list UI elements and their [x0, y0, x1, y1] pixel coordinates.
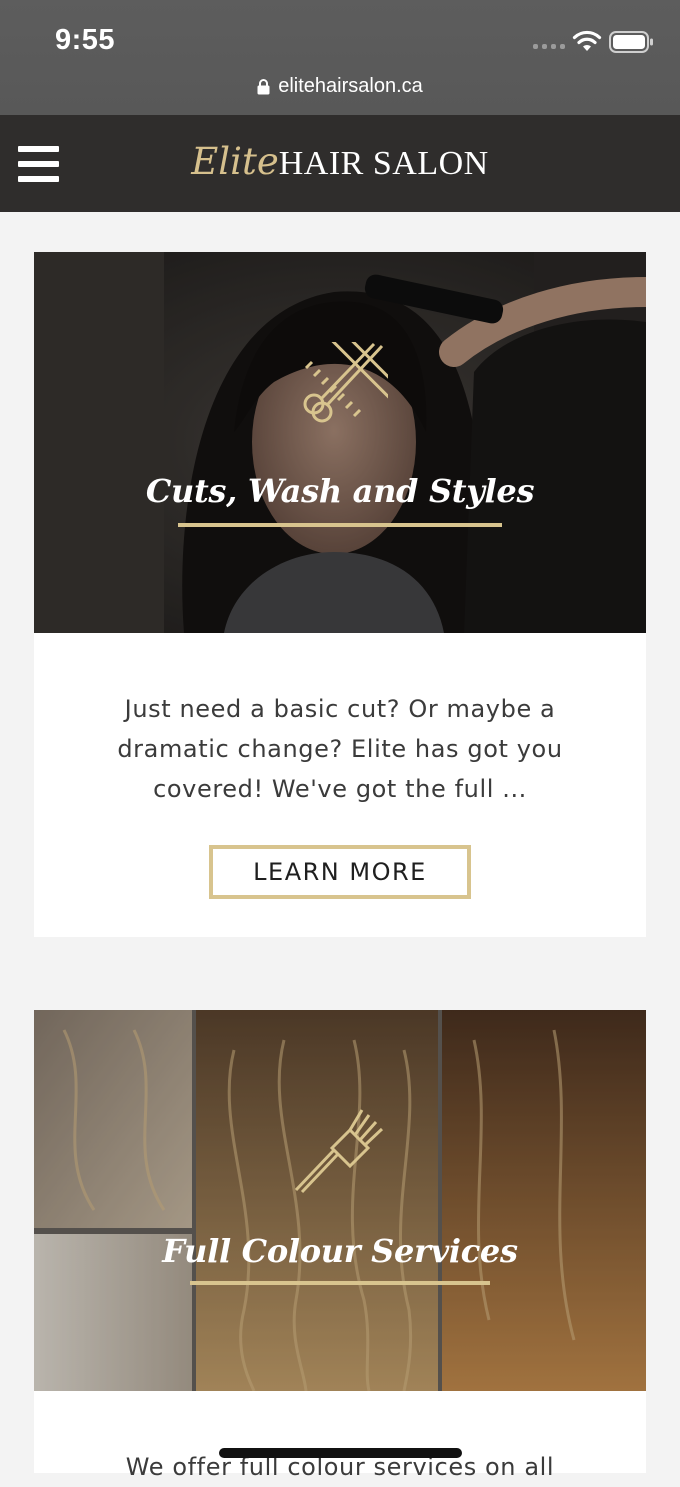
- home-indicator: [219, 1448, 462, 1458]
- card-title: Cuts, Wash and Styles: [145, 472, 535, 510]
- tint-brush-icon: [294, 1109, 384, 1194]
- comb-and-scissors-icon: [303, 342, 388, 423]
- address-bar[interactable]: elitehairsalon.ca: [0, 72, 680, 100]
- status-bar: 9:55 elitehairsalon.ca: [0, 0, 680, 115]
- site-header: EliteHAIR SALON: [0, 115, 680, 212]
- service-card-colour: Full Colour Services We offer full colou…: [34, 1010, 646, 1481]
- site-logo[interactable]: EliteHAIR SALON: [0, 140, 680, 183]
- card-image-colour: Full Colour Services: [34, 1010, 646, 1391]
- title-underline: [190, 1281, 490, 1285]
- title-underline: [178, 523, 502, 527]
- hair-colour-collage: [34, 1010, 646, 1391]
- logo-script-text: Elite: [191, 140, 279, 183]
- card-title: Full Colour Services: [162, 1232, 518, 1270]
- lock-icon: [257, 78, 270, 94]
- logo-caps-text: HAIR SALON: [278, 145, 489, 182]
- card-description: Just need a basic cut? Or maybe a dramat…: [117, 695, 563, 803]
- service-card-cuts: Cuts, Wash and Styles Just need a basic …: [34, 252, 646, 937]
- wifi-icon: [572, 30, 602, 51]
- status-time: 9:55: [55, 24, 116, 56]
- battery-icon: [609, 31, 653, 53]
- url-text: elitehairsalon.ca: [278, 74, 423, 97]
- card-image-cuts: Cuts, Wash and Styles: [34, 252, 646, 633]
- learn-more-button[interactable]: LEARN MORE: [209, 845, 471, 899]
- hair-styling-photo: [34, 252, 646, 633]
- signal-dots-icon: [533, 44, 565, 50]
